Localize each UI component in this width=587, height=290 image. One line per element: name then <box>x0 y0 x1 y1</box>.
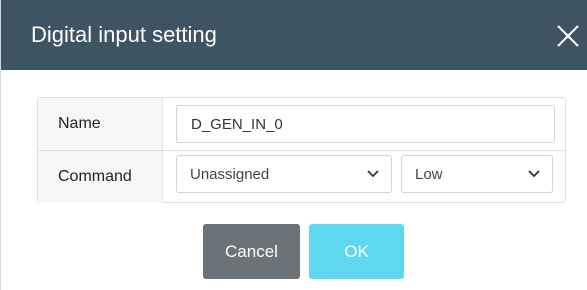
name-input[interactable] <box>176 105 555 143</box>
name-label: Name <box>58 115 101 132</box>
ok-button[interactable]: OK <box>309 224 404 279</box>
dialog-titlebar: Digital input setting <box>1 0 587 70</box>
digital-input-dialog: Digital input setting Name Command Unass… <box>0 0 587 290</box>
command-label: Command <box>58 168 132 185</box>
level-select[interactable]: Low <box>401 155 553 193</box>
dialog-title: Digital input setting <box>31 22 217 47</box>
command-row: Command Unassigned Low <box>38 151 565 203</box>
chevron-down-icon <box>367 170 379 178</box>
cancel-button[interactable]: Cancel <box>203 224 300 279</box>
name-row: Name <box>38 98 565 151</box>
name-label-cell: Name <box>38 98 163 150</box>
level-select-value: Low <box>415 166 443 183</box>
command-label-cell: Command <box>38 151 163 203</box>
close-icon[interactable] <box>554 22 582 50</box>
command-select[interactable]: Unassigned <box>176 155 392 193</box>
chevron-down-icon <box>528 170 540 178</box>
settings-form: Name Command Unassigned Low <box>37 97 566 203</box>
command-select-value: Unassigned <box>190 166 270 183</box>
